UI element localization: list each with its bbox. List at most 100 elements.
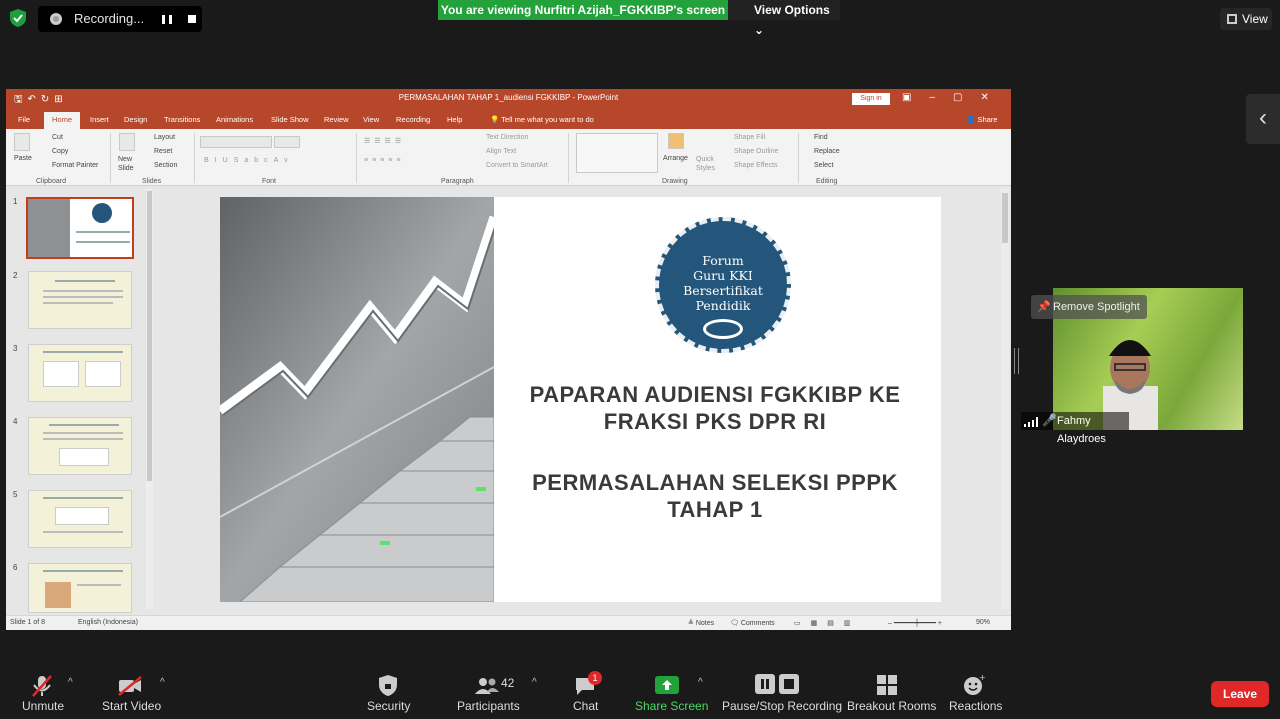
replace-button[interactable]: Replace: [814, 148, 840, 155]
view-button[interactable]: View: [1220, 8, 1272, 30]
slide-title-1-line-2: FRAKSI PKS DPR RI: [603, 409, 827, 434]
slide-thumbnail-5[interactable]: [28, 490, 132, 548]
shape-fill-button[interactable]: Shape Fill: [734, 134, 765, 141]
view-mode-buttons[interactable]: ▭▦▤▥: [794, 619, 860, 627]
slide-thumbnail-4[interactable]: [28, 417, 132, 475]
pause-recording-icon[interactable]: [162, 15, 172, 24]
share-screen-icon[interactable]: [655, 676, 679, 696]
new-slide-icon[interactable]: [119, 133, 135, 151]
video-off-icon[interactable]: [117, 676, 143, 696]
pause-stop-recording-button[interactable]: Pause/Stop Recording: [722, 699, 842, 713]
sign-in-button[interactable]: Sign in: [852, 93, 890, 105]
notes-button[interactable]: ≜ Notes: [688, 619, 714, 627]
unmute-button[interactable]: Unmute: [22, 699, 64, 713]
start-video-button[interactable]: Start Video: [102, 699, 161, 713]
slide-scrollbar[interactable]: [1001, 189, 1009, 609]
security-icon[interactable]: [377, 674, 399, 698]
quick-styles-button[interactable]: Quick Styles: [696, 155, 718, 173]
reactions-icon[interactable]: +: [963, 674, 985, 696]
copy-button[interactable]: Copy: [52, 148, 68, 155]
scrollbar-thumb[interactable]: [1002, 193, 1008, 243]
font-name-box[interactable]: [200, 136, 272, 148]
tab-insert[interactable]: Insert: [90, 115, 109, 124]
thumbnail-number: 6: [13, 563, 18, 572]
new-slide-label[interactable]: New Slide: [118, 155, 138, 173]
share-options-caret[interactable]: ^: [698, 677, 703, 688]
select-button[interactable]: Select: [814, 162, 833, 169]
align-buttons[interactable]: ≡≡≡≡≡: [364, 157, 404, 164]
participants-icon[interactable]: [474, 676, 500, 696]
microphone-muted-icon[interactable]: [30, 674, 54, 698]
zoom-slider[interactable]: – ━━━━━┿━━━━ +: [888, 619, 942, 627]
tab-help[interactable]: Help: [447, 115, 462, 124]
panel-resize-handle[interactable]: [1014, 348, 1019, 374]
slide-thumbnail-2[interactable]: [28, 271, 132, 329]
slide-thumbnail-6[interactable]: [28, 563, 132, 613]
zoom-level[interactable]: 90%: [976, 619, 990, 626]
remove-spotlight-button[interactable]: 📌 Remove Spotlight: [1031, 295, 1147, 319]
participants-options-caret[interactable]: ^: [532, 677, 537, 688]
share-button[interactable]: 👤 Share: [966, 115, 997, 124]
tab-slide-show[interactable]: Slide Show: [271, 115, 309, 124]
list-buttons[interactable]: ☰☰☰☰: [364, 137, 405, 145]
video-options-caret[interactable]: ^: [160, 677, 165, 688]
slide-thumbnail-1[interactable]: [26, 197, 134, 259]
paste-label[interactable]: Paste: [14, 155, 32, 162]
leave-button[interactable]: Leave: [1211, 681, 1269, 707]
paste-icon[interactable]: [14, 133, 30, 151]
text-direction-button[interactable]: Text Direction: [486, 134, 528, 141]
stop-recording-icon[interactable]: [188, 15, 196, 23]
arrange-button[interactable]: Arrange: [663, 155, 688, 162]
comments-button[interactable]: 🗨 Comments: [730, 619, 775, 627]
collapse-panel-button[interactable]: ‹: [1246, 94, 1280, 144]
language-status[interactable]: English (Indonesia): [78, 619, 138, 626]
thumbnail-text-line: [43, 290, 123, 292]
window-controls[interactable]: ▣–▢✕: [902, 92, 1007, 103]
shapes-gallery[interactable]: [576, 133, 658, 173]
tab-recording[interactable]: Recording: [396, 115, 430, 124]
security-shield-icon[interactable]: [8, 8, 28, 28]
convert-smartart-button[interactable]: Convert to SmartArt: [486, 162, 548, 169]
breakout-rooms-button[interactable]: Breakout Rooms: [847, 699, 936, 713]
pause-stop-icon[interactable]: [755, 674, 799, 694]
breakout-rooms-icon[interactable]: [877, 675, 897, 695]
reset-button[interactable]: Reset: [154, 148, 172, 155]
view-options-button[interactable]: View Options ⌄: [728, 0, 840, 37]
thumbnail-image: [55, 507, 109, 525]
tab-file[interactable]: File: [18, 115, 30, 124]
reactions-button[interactable]: Reactions: [949, 699, 1002, 713]
slide-thumbnail-3[interactable]: [28, 344, 132, 402]
layout-button[interactable]: Layout: [154, 134, 175, 141]
tab-transitions[interactable]: Transitions: [164, 115, 200, 124]
ppt-status-bar: Slide 1 of 8 English (Indonesia) ≜ Notes…: [6, 615, 1011, 630]
participants-button[interactable]: Participants: [457, 699, 520, 713]
tell-me-search[interactable]: 💡 Tell me what you want to do: [490, 115, 594, 124]
arrange-icon[interactable]: [668, 133, 684, 149]
shape-outline-button[interactable]: Shape Outline: [734, 148, 778, 155]
thumbnail-text-line: [43, 302, 113, 304]
cut-button[interactable]: Cut: [52, 134, 63, 141]
ppt-title-bar: 🖫↶↻⊞ PERMASALAHAN TAHAP 1_audiensi FGKKI…: [6, 89, 1011, 109]
find-button[interactable]: Find: [814, 134, 828, 141]
share-screen-button[interactable]: Share Screen: [635, 699, 708, 713]
section-button[interactable]: Section: [154, 162, 177, 169]
thumbnail-scrollbar[interactable]: [146, 189, 153, 609]
thumbnail-text-line: [43, 296, 123, 298]
font-format-buttons[interactable]: BIUSabcAv: [204, 157, 294, 164]
chat-button[interactable]: Chat: [573, 699, 598, 713]
audio-options-caret[interactable]: ^: [68, 677, 73, 688]
tab-view[interactable]: View: [363, 115, 379, 124]
tab-review[interactable]: Review: [324, 115, 349, 124]
font-size-box[interactable]: [274, 136, 300, 148]
scrollbar-thumb[interactable]: [147, 191, 152, 481]
thumbnail-image: [85, 361, 121, 387]
tab-design[interactable]: Design: [124, 115, 147, 124]
format-painter-button[interactable]: Format Painter: [52, 162, 98, 169]
thumbnail-image: [43, 361, 79, 387]
align-text-button[interactable]: Align Text: [486, 148, 516, 155]
shape-effects-button[interactable]: Shape Effects: [734, 162, 777, 169]
group-editing: Editing: [816, 178, 838, 185]
tab-home[interactable]: Home: [44, 112, 81, 129]
tab-animations[interactable]: Animations: [216, 115, 253, 124]
security-button[interactable]: Security: [367, 699, 410, 713]
